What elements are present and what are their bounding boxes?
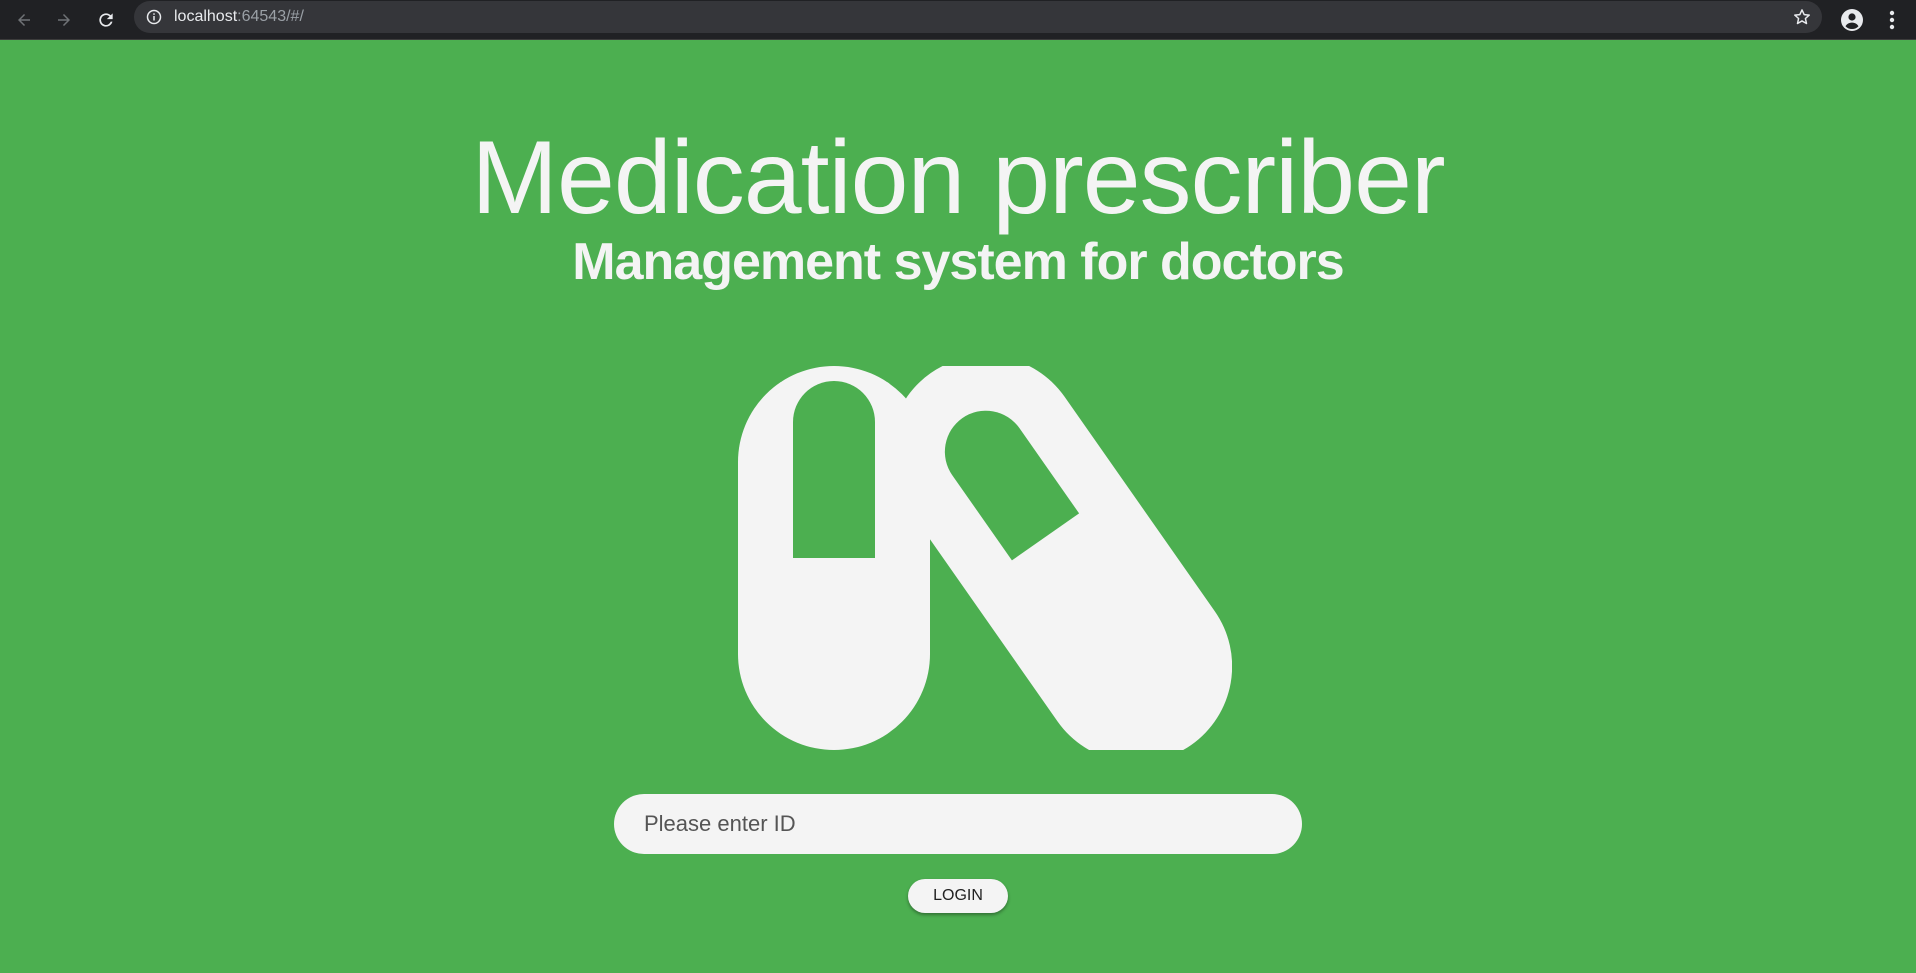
profile-button[interactable] <box>1836 4 1868 36</box>
browser-menu-button[interactable] <box>1876 4 1908 36</box>
reload-button[interactable] <box>90 4 122 36</box>
url-text: localhost:64543/#/ <box>174 8 304 26</box>
id-input[interactable] <box>614 794 1302 854</box>
login-page: Medication prescriber Management system … <box>0 40 1916 973</box>
page-subtitle: Management system for doctors <box>572 233 1344 291</box>
arrow-right-icon <box>58 14 70 26</box>
bookmark-star-button[interactable] <box>1790 5 1814 29</box>
url-path: :64543/#/ <box>237 8 304 25</box>
url-host: localhost <box>174 8 238 25</box>
forward-button[interactable] <box>48 4 80 36</box>
star-icon <box>1794 9 1810 25</box>
browser-toolbar: localhost:64543/#/ <box>0 0 1916 40</box>
info-icon[interactable] <box>146 9 162 25</box>
back-button[interactable] <box>8 4 40 36</box>
reload-icon <box>99 13 113 27</box>
pills-icon <box>738 366 1232 750</box>
kebab-menu-icon <box>1889 10 1895 30</box>
arrow-left-icon <box>18 14 30 26</box>
account-circle-icon <box>1841 9 1863 31</box>
address-bar[interactable]: localhost:64543/#/ <box>134 1 1822 33</box>
page-title: Medication prescriber <box>471 120 1445 236</box>
login-button[interactable]: LOGIN <box>908 879 1008 913</box>
